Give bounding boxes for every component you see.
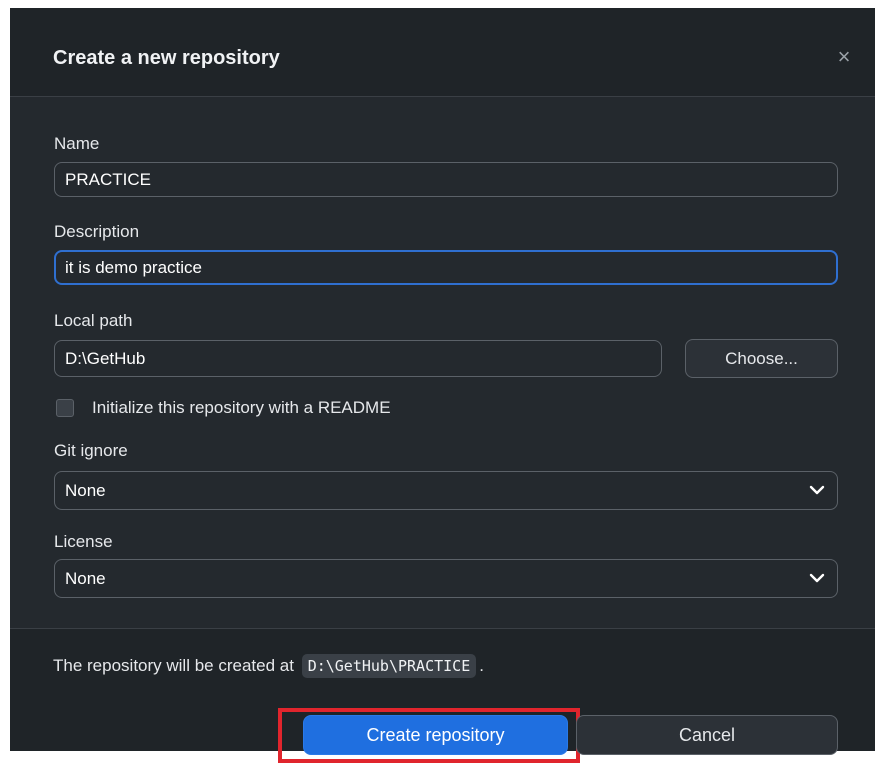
name-input[interactable] [54, 162, 838, 197]
license-label: License [54, 532, 113, 551]
dialog-footer: The repository will be created at D:\Get… [10, 628, 875, 763]
description-label: Description [54, 222, 140, 241]
repository-location-message: The repository will be created at D:\Get… [53, 654, 484, 678]
create-repository-button[interactable]: Create repository [303, 715, 568, 755]
chevron-down-icon [809, 573, 825, 583]
local-path-input[interactable] [54, 340, 662, 377]
close-icon: × [837, 44, 851, 69]
gitignore-selected-value: None [65, 481, 106, 500]
description-input[interactable] [54, 250, 838, 285]
dialog-header: Create a new repository × [10, 8, 875, 97]
create-repository-dialog: Create a new repository × Name Descripti… [10, 8, 875, 763]
gitignore-select[interactable]: None [54, 471, 838, 510]
location-message-prefix: The repository will be created at [53, 656, 294, 675]
cancel-button[interactable]: Cancel [576, 715, 838, 755]
close-button[interactable]: × [831, 44, 857, 70]
name-label: Name [54, 134, 100, 153]
readme-checkbox-label: Initialize this repository with a README [92, 398, 391, 417]
readme-checkbox[interactable] [56, 399, 74, 417]
license-select[interactable]: None [54, 559, 838, 598]
repository-full-path: D:\GetHub\PRACTICE [301, 654, 477, 678]
choose-path-button[interactable]: Choose... [685, 339, 838, 378]
chevron-down-icon [809, 485, 825, 495]
location-message-suffix: . [479, 656, 484, 675]
local-path-label: Local path [54, 311, 133, 330]
license-selected-value: None [65, 569, 106, 588]
gitignore-label: Git ignore [54, 441, 128, 460]
dialog-title: Create a new repository [53, 47, 280, 69]
